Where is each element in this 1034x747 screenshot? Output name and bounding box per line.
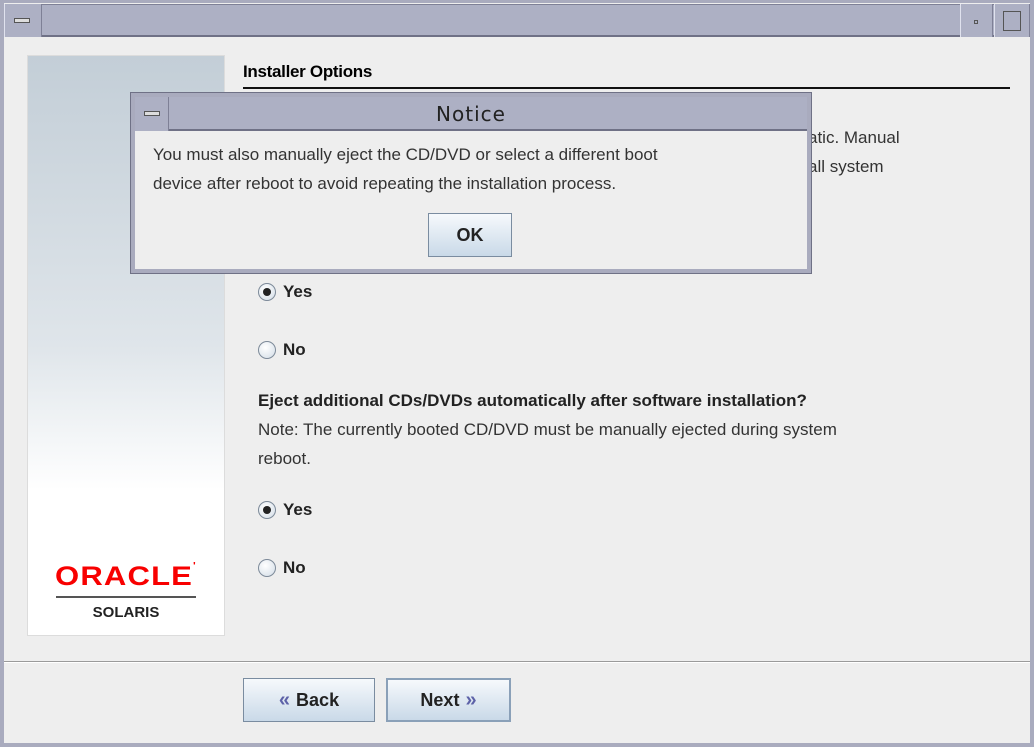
dialog-menu-button[interactable] xyxy=(135,97,169,131)
ok-button[interactable]: OK xyxy=(428,213,512,257)
back-label: Back xyxy=(296,689,340,710)
minimize-icon xyxy=(974,20,978,24)
radio-label: No xyxy=(283,558,306,577)
next-button[interactable]: Next» xyxy=(386,678,511,722)
radio-yes-2[interactable]: Yes xyxy=(258,500,312,520)
radio-selected-icon xyxy=(258,283,276,301)
logo-product-text: SOLARIS xyxy=(92,604,160,621)
radio-label: Yes xyxy=(283,500,313,519)
page-title: Installer Options xyxy=(243,62,373,81)
window-menu-icon xyxy=(14,18,30,23)
footer-divider xyxy=(4,661,1030,663)
radio-unselected-icon xyxy=(258,341,276,359)
description-text: all system xyxy=(808,157,884,176)
oracle-solaris-logo: ORACLE' SOLARIS xyxy=(28,561,224,621)
chevron-left-icon: « xyxy=(278,688,291,711)
dialog-message: You must also manually eject the CD/DVD … xyxy=(153,145,658,164)
title-divider xyxy=(243,87,1010,89)
eject-note: Note: The currently booted CD/DVD must b… xyxy=(258,420,837,439)
window-titlebar[interactable] xyxy=(4,4,1030,37)
window-menu-button[interactable] xyxy=(4,4,42,37)
radio-yes-1[interactable]: Yes xyxy=(258,282,312,302)
radio-unselected-icon xyxy=(258,559,276,577)
ok-label: OK xyxy=(456,224,484,245)
eject-question: Eject additional CDs/DVDs automatically … xyxy=(258,391,807,410)
minimize-button[interactable] xyxy=(960,4,993,37)
next-label: Next xyxy=(420,689,460,710)
dialog-message: device after reboot to avoid repeating t… xyxy=(153,174,617,193)
radio-selected-icon xyxy=(258,501,276,519)
maximize-icon xyxy=(1003,11,1021,31)
chevron-right-icon: » xyxy=(465,688,477,711)
maximize-button[interactable] xyxy=(994,4,1030,37)
radio-no-2[interactable]: No xyxy=(258,558,306,578)
description-text: atic. Manual xyxy=(808,128,900,147)
radio-label: Yes xyxy=(283,282,313,301)
dialog-titlebar[interactable]: Notice xyxy=(135,97,807,131)
back-button[interactable]: «Back xyxy=(243,678,375,722)
dialog-title: Notice xyxy=(436,102,506,126)
eject-note: reboot. xyxy=(258,449,311,468)
radio-no-1[interactable]: No xyxy=(258,340,306,360)
radio-label: No xyxy=(283,340,306,359)
window-menu-icon xyxy=(144,111,160,116)
notice-dialog: Notice You must also manually eject the … xyxy=(131,93,811,273)
